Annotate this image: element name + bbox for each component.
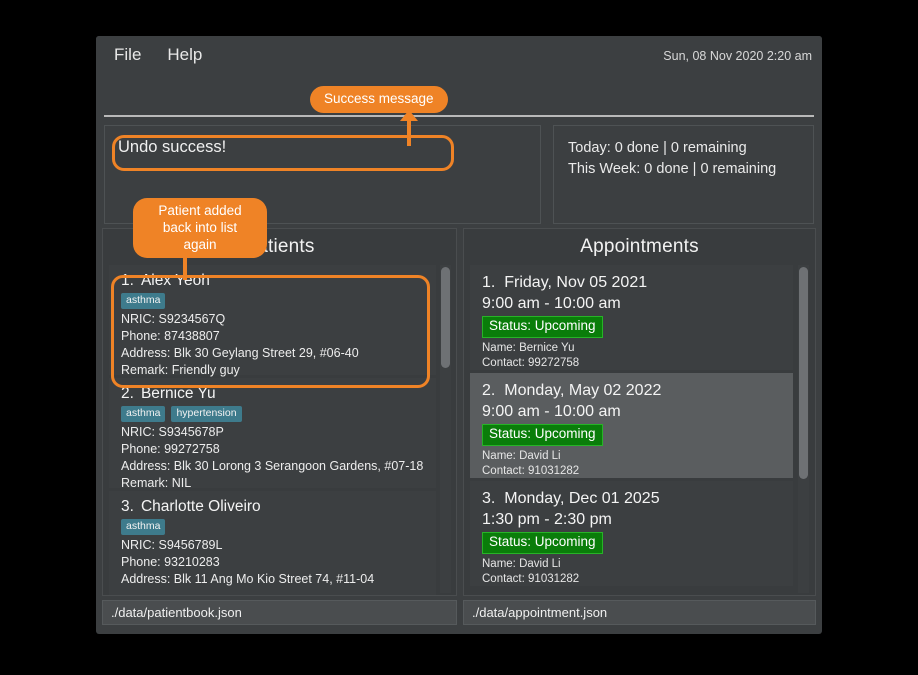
appointment-status-badge: Status: Upcoming — [482, 316, 603, 338]
appointment-card-index: 3. — [482, 490, 496, 507]
appointment-status-badge: Status: Upcoming — [482, 424, 603, 446]
main-row: Patients 1. Alex Yeoh asthma NRIC: S92345… — [96, 224, 822, 596]
appointment-card[interactable]: 1. Friday, Nov 05 2021 9:00 am - 10:00 a… — [470, 265, 793, 370]
patient-card[interactable]: 2. Bernice Yu asthma hypertension NRIC: S… — [109, 378, 436, 490]
appointment-card[interactable]: 3. Monday, Dec 01 2025 1:30 pm - 2:30 pm… — [470, 481, 793, 586]
appointment-card[interactable]: 2. Monday, May 02 2022 9:00 am - 10:00 a… — [470, 373, 793, 478]
patient-tag: asthma — [121, 519, 166, 535]
patient-card-index: 2. — [121, 385, 134, 402]
patient-nric: NRIC: S9345678P — [121, 425, 224, 439]
appointments-file-path: ./data/appointment.json — [463, 600, 816, 625]
appointment-contact: Contact: 99272758 — [482, 357, 580, 369]
footer-row: ./data/patientbook.json ./data/appointme… — [96, 596, 822, 631]
patient-phone: Phone: 99272758 — [121, 442, 220, 456]
appointment-card-title: 1. Friday, Nov 05 2021 — [482, 272, 783, 293]
app-window: File Help Sun, 08 Nov 2020 2:20 am Undo … — [96, 36, 822, 634]
patients-card-list[interactable]: 1. Alex Yeoh asthma NRIC: S9234567Q Phone… — [109, 265, 436, 595]
appointments-card-list[interactable]: 1. Friday, Nov 05 2021 9:00 am - 10:00 a… — [470, 265, 793, 595]
appointments-scroll-thumb[interactable] — [799, 267, 808, 479]
patient-tag: hypertension — [171, 406, 242, 422]
stats-today: Today: 0 done | 0 remaining — [568, 140, 747, 156]
appointment-status-badge: Status: Upcoming — [482, 532, 603, 554]
patient-card-index: 1. — [121, 272, 134, 289]
appointment-contact: Contact: 91031282 — [482, 573, 580, 585]
appointments-panel-title: Appointments — [580, 236, 699, 257]
patient-remark: Remark: Friendly guy — [121, 363, 240, 377]
appointment-time: 1:30 pm - 2:30 pm — [482, 511, 612, 528]
appointment-contact: Contact: 91031282 — [482, 465, 580, 477]
stats-this-week: This Week: 0 done | 0 remaining — [568, 161, 777, 177]
patient-address: Address: Blk 11 Ang Mo Kio Street 74, #1… — [121, 572, 375, 586]
patient-address: Address: Blk 30 Lorong 3 Serangoon Garde… — [121, 459, 424, 473]
menu-help[interactable]: Help — [167, 45, 202, 65]
appointments-panel: Appointments 1. Friday, Nov 05 2021 9:00… — [463, 228, 816, 596]
stats-panel: Today: 0 done | 0 remaining This Week: 0… — [553, 125, 814, 224]
result-message: Undo success! — [118, 138, 227, 156]
clock-label: Sun, 08 Nov 2020 2:20 am — [663, 49, 812, 63]
appointment-time: 9:00 am - 10:00 am — [482, 403, 621, 420]
appointments-scrollbar[interactable] — [798, 265, 809, 593]
menu-file[interactable]: File — [114, 45, 141, 65]
appointment-time: 9:00 am - 10:00 am — [482, 295, 621, 312]
patient-tag: asthma — [121, 293, 166, 309]
patient-tag-list: asthma hypertension — [121, 406, 426, 422]
appointment-patient-name: Name: David Li — [482, 450, 561, 462]
patient-address: Address: Blk 30 Geylang Street 29, #06-4… — [121, 346, 359, 360]
appointment-card-index: 1. — [482, 274, 496, 291]
patient-nric: NRIC: S9456789L — [121, 538, 223, 552]
patient-phone: Phone: 93210283 — [121, 555, 220, 569]
patient-tag-list: asthma — [121, 293, 426, 309]
patient-card-name: Bernice Yu — [140, 385, 216, 402]
patient-card-title: 2. Bernice Yu — [121, 385, 426, 403]
appointment-date: Friday, Nov 05 2021 — [504, 274, 648, 291]
patient-card-title: 3. Charlotte Oliveiro — [121, 498, 426, 516]
menu-bar: File Help Sun, 08 Nov 2020 2:20 am — [96, 36, 822, 74]
patient-tag: asthma — [121, 406, 166, 422]
patient-tag-list: asthma — [121, 519, 426, 535]
patient-remark: Remark: NIL — [121, 476, 192, 490]
appointment-card-title: 3. Monday, Dec 01 2025 — [482, 488, 783, 509]
patient-card-title: 1. Alex Yeoh — [121, 272, 426, 290]
toolbar-band — [96, 74, 822, 117]
patient-nric: NRIC: S9234567Q — [121, 312, 226, 326]
patients-file-path: ./data/patientbook.json — [102, 600, 457, 625]
callout-patient-added: Patient added back into list again — [133, 198, 267, 258]
patients-scrollbar[interactable] — [440, 265, 451, 593]
appointment-patient-name: Name: Bernice Yu — [482, 342, 575, 354]
appointment-date: Monday, Dec 01 2025 — [504, 490, 660, 507]
patient-card[interactable]: 3. Charlotte Oliveiro asthma NRIC: S94567… — [109, 491, 436, 595]
appointment-patient-name: Name: David Li — [482, 558, 561, 570]
patient-card-name: Alex Yeoh — [140, 272, 210, 289]
appointment-date: Monday, May 02 2022 — [504, 382, 662, 399]
callout-success-message: Success message — [310, 86, 448, 113]
patient-card-name: Charlotte Oliveiro — [140, 498, 261, 515]
divider-line — [104, 115, 814, 117]
patient-card-index: 3. — [121, 498, 134, 515]
patients-scroll-thumb[interactable] — [441, 267, 450, 368]
appointment-card-index: 2. — [482, 382, 496, 399]
patient-card[interactable]: 1. Alex Yeoh asthma NRIC: S9234567Q Phone… — [109, 265, 436, 377]
callout-arrow-stem-success — [407, 120, 411, 146]
patient-phone: Phone: 87438807 — [121, 329, 220, 343]
appointment-card-title: 2. Monday, May 02 2022 — [482, 380, 783, 401]
patients-panel: Patients 1. Alex Yeoh asthma NRIC: S92345… — [102, 228, 457, 596]
